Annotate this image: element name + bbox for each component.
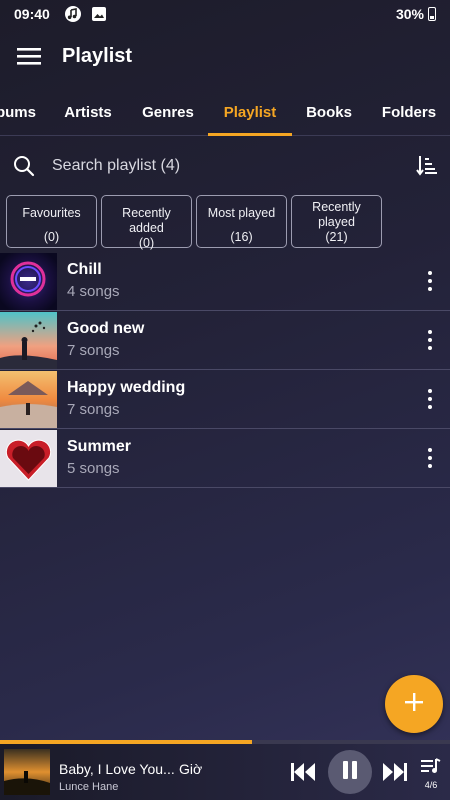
- battery-icon: [428, 7, 436, 21]
- music-note-icon: [64, 5, 82, 23]
- queue-count: 4/6: [424, 780, 438, 790]
- playlist-song-count: 7 songs: [67, 342, 120, 359]
- chip-count: (21): [325, 230, 348, 244]
- next-track-icon[interactable]: [382, 760, 408, 784]
- quick-playlist-chips: Favourites (0) Recently added (0) Most p…: [6, 195, 382, 250]
- chip-label: Recently added: [122, 206, 171, 235]
- chip-count: (0): [43, 230, 60, 244]
- more-options-icon[interactable]: [420, 266, 440, 296]
- chip-label: Favourites: [22, 206, 81, 220]
- list-item[interactable]: Good new 7 songs: [0, 311, 450, 370]
- playlist-song-count: 4 songs: [67, 283, 120, 300]
- list-item[interactable]: Chill 4 songs: [0, 252, 450, 311]
- battery-percent: 30%: [395, 6, 424, 22]
- playlist-artwork: [0, 252, 57, 310]
- chip-most-played[interactable]: Most played (16): [196, 195, 287, 248]
- more-options-icon[interactable]: [420, 325, 440, 355]
- pause-button[interactable]: [328, 750, 372, 794]
- search-input[interactable]: Search playlist (4): [52, 157, 180, 175]
- playlist-title: Summer: [67, 438, 132, 455]
- list-item[interactable]: Summer 5 songs: [0, 429, 450, 488]
- chip-recently-added[interactable]: Recently added (0): [101, 195, 192, 250]
- playlist-title: Good new: [67, 320, 145, 337]
- chip-label: Most played: [207, 206, 276, 220]
- status-time: 09:40: [14, 6, 50, 22]
- tab-artists[interactable]: Artists: [56, 88, 120, 136]
- playlist-artwork: [0, 370, 57, 428]
- mini-player[interactable]: Baby, I Love You... Giờ Lunce Hane 4/6: [0, 744, 450, 800]
- chip-count: (16): [230, 230, 253, 244]
- tab-indicator: [208, 133, 292, 136]
- playlist-title: Chill: [67, 261, 102, 278]
- playlist-artwork: [0, 429, 57, 487]
- playlist-list: Chill 4 songs Good new 7 songs Happy wed…: [0, 252, 450, 488]
- playlist-title: Happy wedding: [67, 379, 186, 396]
- plus-icon: [404, 692, 424, 717]
- sort-icon[interactable]: [416, 154, 438, 176]
- now-playing-artist: Lunce Hane: [59, 781, 119, 793]
- hamburger-menu-icon[interactable]: [4, 31, 54, 81]
- status-bar: 09:40 30%: [0, 0, 450, 28]
- playlist-song-count: 7 songs: [67, 401, 120, 418]
- playlist-song-count: 5 songs: [67, 460, 120, 477]
- now-playing-title: Baby, I Love You...: [59, 761, 175, 777]
- queue-button[interactable]: 4/6: [419, 758, 443, 790]
- more-options-icon[interactable]: [420, 384, 440, 414]
- chip-recently-played[interactable]: Recently played (21): [291, 195, 382, 248]
- now-playing-title-next: Giờ: [179, 761, 203, 777]
- tab-albums[interactable]: bums: [0, 88, 36, 136]
- page-title: Playlist: [62, 44, 133, 67]
- more-options-icon[interactable]: [420, 443, 440, 473]
- image-icon: [90, 5, 108, 23]
- queue-icon: [421, 758, 441, 779]
- tab-folders[interactable]: Folders: [378, 88, 440, 136]
- previous-track-icon[interactable]: [290, 760, 316, 784]
- now-playing-artwork: [4, 749, 50, 795]
- tab-books[interactable]: Books: [302, 88, 356, 136]
- search-bar[interactable]: Search playlist (4): [0, 140, 450, 192]
- app-bar: Playlist: [0, 28, 450, 84]
- chip-label: Recently played: [312, 200, 361, 229]
- tab-bar: bums Artists Genres Playlist Books Folde…: [0, 88, 450, 136]
- tab-playlist[interactable]: Playlist: [214, 88, 286, 136]
- tab-genres[interactable]: Genres: [138, 88, 198, 136]
- playlist-artwork: [0, 311, 57, 369]
- list-item[interactable]: Happy wedding 7 songs: [0, 370, 450, 429]
- search-icon[interactable]: [12, 154, 36, 178]
- add-playlist-button[interactable]: [385, 675, 443, 733]
- pause-icon: [341, 760, 359, 785]
- chip-favourites[interactable]: Favourites (0): [6, 195, 97, 248]
- chip-count: (0): [138, 236, 155, 250]
